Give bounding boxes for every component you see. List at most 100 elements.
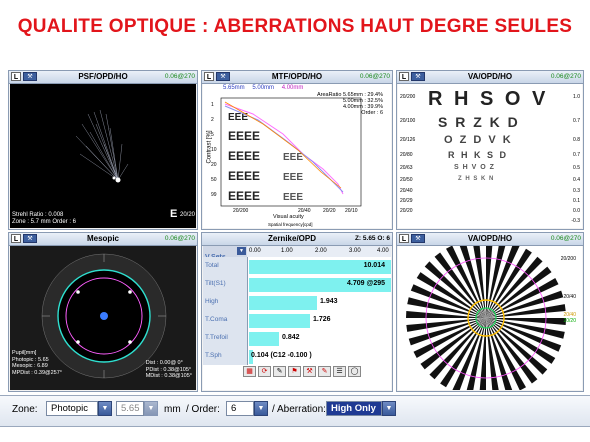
pupil-info: Pupil[mm] Photopic : 5.65 Mesopic : 6.89…: [12, 350, 62, 376]
aberration-label: / Aberration:: [272, 404, 326, 415]
zone-dropdown-icon[interactable]: ▼: [98, 401, 112, 416]
scale-tick: 3.00: [349, 248, 361, 254]
panel-header: L ⚒ VA/OPD/HO 0.06@270: [397, 233, 583, 246]
eye-tag[interactable]: L: [11, 72, 21, 81]
x-axis-label: Visual acuity: [273, 214, 304, 220]
order-select[interactable]: 6: [226, 401, 254, 416]
size-select[interactable]: 5.65: [116, 401, 144, 416]
va-letters: S R Z K D: [438, 114, 520, 130]
tool-icon[interactable]: ⚒: [411, 234, 425, 243]
dist-line: MDist : 0.38@105°: [145, 373, 192, 379]
toolbar-icon[interactable]: ☰: [333, 366, 346, 377]
y-tick: 20: [211, 162, 217, 168]
zernike-row-label: High: [205, 298, 219, 305]
toolbar-icon[interactable]: ▦: [243, 366, 256, 377]
panel-value: 0.06@270: [164, 235, 195, 242]
panel-title: Zernike/OPD: [267, 234, 316, 243]
zernike-toolbar: ▦ ⟳ ✎ ⚑ ⚒ ✎ ☰ ◯: [243, 366, 391, 378]
va-left: 20/126: [400, 137, 416, 143]
zernike-chart: V.Sets ▼ 0.00 1.00 2.00 3.00 4.00 Total 1…: [203, 246, 391, 390]
va-row: -0.3: [398, 218, 582, 228]
va-letters: S H V O Z: [454, 164, 495, 171]
va-right: 0.8: [573, 137, 580, 143]
zone-order: Zone : 5.7 mm Order : 6: [12, 219, 77, 225]
svg-text:EEE: EEE: [283, 152, 303, 163]
size-dropdown-icon[interactable]: ▼: [144, 401, 158, 416]
va-right: 0.1: [573, 198, 580, 204]
toolbar-icon[interactable]: ⚑: [288, 366, 301, 377]
va-right: 0.4: [573, 177, 580, 183]
zone-select[interactable]: Photopic: [46, 401, 98, 416]
panel-header: L ⚒ PSF/OPD/HO 0.06@270: [9, 71, 197, 84]
zernike-row-label: T.Trefoil: [205, 334, 228, 341]
va-left: 20/20: [400, 208, 413, 214]
y-tick: 10: [211, 147, 217, 153]
va-letters: R H K S D: [448, 150, 509, 160]
scale-tick: 2.00: [315, 248, 327, 254]
va2-label: 20/40: [563, 294, 576, 300]
panel-header: Zernike/OPD Z: 5.65 O: 6: [202, 233, 392, 246]
zernike-panel: Zernike/OPD Z: 5.65 O: 6 V.Sets ▼ 0.00 1…: [201, 232, 393, 392]
mtf-panel: L ⚒ MTF/OPD/HO 0.06@270 5.65mm 5.00mm 4.…: [201, 70, 393, 230]
zernike-bar: [249, 314, 310, 328]
zernike-row: T.Sph 0.104 (C12 -0.100 ): [203, 349, 391, 365]
star-spoke: [406, 311, 486, 318]
sets-dropdown-icon[interactable]: ▼: [237, 247, 246, 255]
zernike-row-value: 4.709 @295: [347, 280, 385, 287]
va-letters: O Z D V K: [444, 134, 513, 146]
toolbar-icon[interactable]: ⚒: [303, 366, 316, 377]
toolbar-icon[interactable]: ⟳: [258, 366, 271, 377]
panel-title: VA/OPD/HO: [467, 234, 513, 243]
tool-icon[interactable]: ⚒: [411, 72, 425, 81]
eye-tag[interactable]: L: [399, 72, 409, 81]
siemens-star: [406, 246, 566, 390]
va-left: 20/200: [400, 94, 416, 100]
va2-label: 20/200: [560, 256, 576, 262]
va-letters: R H S O V: [428, 88, 549, 110]
va-row: 20/126 O Z D V K 0.8: [398, 134, 582, 148]
zernike-row-label: T.Sph: [205, 352, 222, 359]
psf-image: [75, 109, 129, 183]
scale-header: 0.00 1.00 2.00 3.00 4.00: [247, 246, 391, 257]
panel-header: L ⚒ Mesopic 0.06@270: [9, 233, 197, 246]
svg-text:EEEE: EEEE: [228, 189, 260, 203]
y-tick: 5: [211, 132, 214, 138]
control-bar: Zone: Photopic ▼ 5.65 ▼ mm / Order: 6 ▼ …: [0, 395, 590, 427]
tool-icon[interactable]: ⚒: [23, 72, 37, 81]
svg-text:EEEE: EEEE: [228, 149, 260, 163]
eye-tag[interactable]: L: [399, 234, 409, 243]
va-left: 20/100: [400, 118, 416, 124]
tool-icon[interactable]: ⚒: [23, 234, 37, 243]
aberration-dropdown-icon[interactable]: ▼: [382, 401, 396, 416]
mesopic-view: Pupil[mm] Photopic : 5.65 Mesopic : 6.89…: [10, 246, 196, 390]
psf-panel: L ⚒ PSF/OPD/HO 0.06@270 Strehl Ratio : 0…: [8, 70, 198, 230]
star-spoke: [486, 318, 566, 325]
eye-tag[interactable]: L: [204, 72, 214, 81]
svg-text:EEEE: EEEE: [228, 169, 260, 183]
va-right: 0.3: [573, 188, 580, 194]
x-tick: 20/200: [233, 208, 249, 214]
zernike-bar: [249, 332, 279, 346]
svg-text:EEE: EEE: [283, 192, 303, 203]
toolbar-icon[interactable]: ✎: [273, 366, 286, 377]
mtf-view: 5.65mm 5.00mm 4.00mm AreaRatio 5.65mm : …: [203, 84, 391, 228]
zernike-info: Z: 5.65 O: 6: [354, 235, 390, 242]
toolbar-icon[interactable]: ✎: [318, 366, 331, 377]
mtf-legend: 5.65mm 5.00mm 4.00mm: [223, 85, 303, 91]
va-right: 0.7: [573, 118, 580, 124]
toolbar-icon[interactable]: ◯: [348, 366, 361, 377]
tool-icon[interactable]: ⚒: [216, 72, 230, 81]
order-dropdown-icon[interactable]: ▼: [254, 401, 268, 416]
zernike-row: Total 10.014: [203, 259, 391, 275]
va-left: 20/40: [400, 188, 413, 194]
panel-value: 0.06@270: [550, 73, 581, 80]
order-label: / Order:: [186, 404, 220, 415]
dist-info: Dist : 0.00@ 0° PDist : 0.38@105° MDist …: [146, 360, 192, 380]
panel-title: PSF/OPD/HO: [78, 72, 128, 81]
panel-value: 0.06@270: [550, 235, 581, 242]
aberration-select[interactable]: High Only: [326, 401, 382, 416]
y-tick: 1: [211, 102, 214, 108]
va-right: 0.5: [573, 165, 580, 171]
va-right: -0.3: [571, 218, 580, 224]
eye-tag[interactable]: L: [11, 234, 21, 243]
